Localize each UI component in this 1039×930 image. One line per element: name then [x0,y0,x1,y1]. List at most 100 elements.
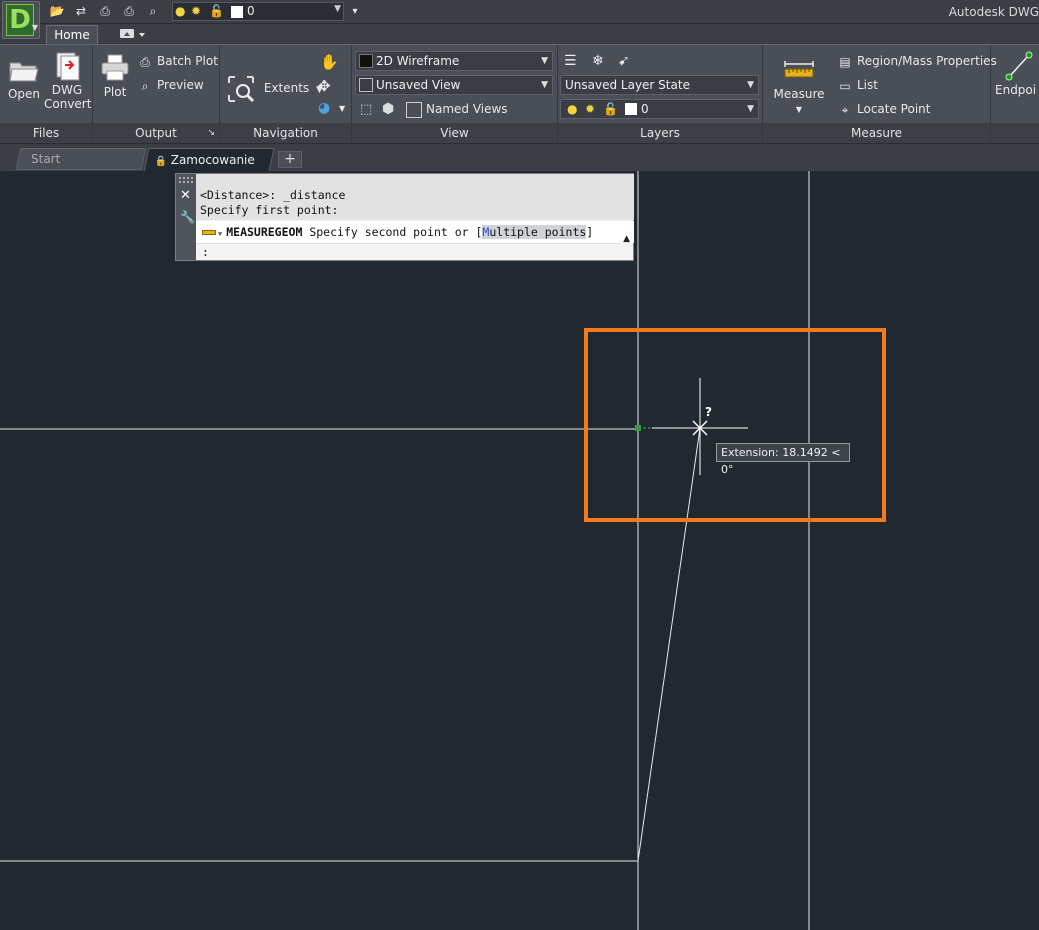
document-tab-bar: Start 🔒 Zamocowanie ✕ + [0,143,1039,191]
sun-icon: ✹ [585,102,596,116]
current-layer-dropdown[interactable]: ● ✹ 🔓 0 ▼ [560,99,759,119]
measure-button[interactable]: Measure ▼ [771,55,827,117]
locate-point-label: Locate Point [857,102,931,116]
preview-label: Preview [157,78,204,92]
qa-customize-icon[interactable]: ▾ [346,3,364,20]
chevron-down-icon[interactable]: ▼ [339,104,345,113]
open-folder-icon[interactable]: 📂 [48,3,66,20]
preview-button[interactable]: ⌕ Preview [137,75,204,95]
wrench-icon[interactable]: 🔧 [180,210,195,224]
app-menu-button[interactable]: D ▼ [2,1,40,39]
locate-point-button[interactable]: ⌖ Locate Point [837,99,931,119]
chevron-down-icon: ▼ [541,80,548,90]
layer-match-icon[interactable]: ➹ [618,53,630,69]
preview-icon: ⌕ [141,78,149,93]
plot-icon[interactable]: ⎙ [96,3,114,20]
chevron-down-icon: ▼ [747,104,754,114]
endpoint-icon [1005,51,1033,81]
chevron-down-icon[interactable]: ▼ [218,230,222,238]
layer-freeze-icon[interactable]: ❄ [592,53,604,69]
panel-output-title: Output [135,126,177,140]
dwg-convert-button[interactable]: DWG Convert [44,51,92,111]
doc-tab-start-label: Start [31,152,61,166]
list-button[interactable]: ▭ List [837,75,878,95]
folder-icon [9,62,39,82]
new-tab-button[interactable]: + [278,151,302,168]
visual-style-dropdown[interactable]: 2D Wireframe ▼ [355,51,553,71]
doc-tab-start[interactable]: Start [15,148,147,170]
plot-label: Plot [103,85,127,99]
chevron-down-icon: ▼ [795,105,803,114]
named-views-label: Named Views [426,102,508,116]
panel-output-label: Output ↘ [93,123,219,143]
dialog-launcher-icon[interactable]: ↘ [207,123,215,143]
locate-point-icon: ⌖ [841,102,849,117]
chevron-down-icon: ▼ [31,23,38,32]
panel-view-label: View [352,123,557,143]
chevron-down-icon: ▼ [747,80,754,90]
drawing-canvas[interactable] [0,171,1039,930]
lock-icon: 🔒 [154,156,167,167]
printer-icon [101,54,129,81]
panel-layers-label: Layers [558,123,762,143]
measure-ruler-icon[interactable] [202,230,216,235]
ribbon: Open DWG Convert Files Plot ⎙ Batch Plot [0,44,1039,143]
plot-button[interactable]: Plot [97,53,133,99]
dwg-convert-label-2: Convert [44,97,92,111]
multiple-points-option[interactable]: Multiple points [482,225,587,239]
layer-properties-icon[interactable]: ☰ [564,53,577,69]
view-cube-icon[interactable]: ⬚ [360,102,372,117]
bulb-icon: ● [175,4,186,18]
dwg-convert-icon [56,52,80,81]
command-line-window[interactable]: ✕ 🔧 <Distance>: _distance Specify first … [175,173,634,261]
chevron-down-icon: ▼ [334,4,341,14]
dwg-convert-icon[interactable]: ⇄ [72,3,90,20]
doc-tab-zamocowanie[interactable]: 🔒 Zamocowanie ✕ [143,148,275,191]
saved-view-dropdown[interactable]: Unsaved View ▼ [355,75,553,95]
history-line: Specify first point: [200,203,339,217]
drag-grip-icon[interactable] [179,177,193,183]
open-button[interactable]: Open [4,55,44,101]
named-views-icon [406,101,422,118]
scroll-up-icon[interactable]: ▲ [623,234,630,244]
view-icon [359,78,373,92]
ribbon-tab-bar: Home [0,24,1039,45]
box-icon[interactable]: ⬢ [382,101,394,117]
option-rest: ultiple points [489,225,587,239]
panel-files: Open DWG Convert Files [0,45,93,143]
endpoint-button[interactable]: Endpoi [995,51,1039,97]
open-label: Open [7,87,41,101]
tab-home[interactable]: Home [46,25,98,45]
named-views-button[interactable]: Named Views [406,99,508,119]
panel-navigation: Extents ▼ ✋ ✥ ◕ ▼ Navigation [220,45,352,143]
quick-layer-dropdown[interactable]: ● ✹ 🔓 0 ▼ [172,2,344,21]
region-mass-button[interactable]: ▤ Region/Mass Properties [837,51,996,71]
orbit-icon[interactable]: ✥ [318,77,331,95]
panel-measure-label: Measure [763,123,990,143]
panel-layers: ☰ ❄ ➹ Unsaved Layer State ▼ ● ✹ 🔓 0 ▼ La… [558,45,763,143]
lock-icon: 🔓 [209,4,224,18]
command-input[interactable]: : [196,243,620,260]
batch-plot-button[interactable]: ⎙ Batch Plot [137,51,218,71]
preview-icon[interactable]: ⌕ [144,3,162,20]
command-line-handle[interactable]: ✕ 🔧 [176,174,196,260]
extents-button[interactable]: Extents ▼ [226,73,323,103]
prompt-text: Specify second point or [ [309,225,483,239]
pan-hand-icon[interactable]: ✋ [320,53,339,71]
steering-wheel-icon[interactable]: ◕ [318,100,330,116]
batch-plot-icon[interactable]: ⎙ [120,3,138,20]
list-label: List [857,78,878,92]
layer-state-dropdown[interactable]: Unsaved Layer State ▼ [560,75,759,95]
wireframe-icon [359,54,373,68]
dwg-convert-label-1: DWG [51,83,83,97]
extents-label: Extents [263,81,310,95]
panel-measure: Measure ▼ ▤ Region/Mass Properties ▭ List … [763,45,997,143]
close-icon[interactable]: ✕ [180,188,191,203]
visual-style-value: 2D Wireframe [376,54,460,68]
batch-plot-label: Batch Plot [157,54,218,68]
chevron-down-icon: ▼ [541,56,548,66]
sun-icon: ✹ [191,4,202,18]
tab-overflow-button[interactable] [115,27,149,41]
panel-navigation-label: Navigation [220,123,351,143]
layer-state-value: Unsaved Layer State [565,78,690,92]
